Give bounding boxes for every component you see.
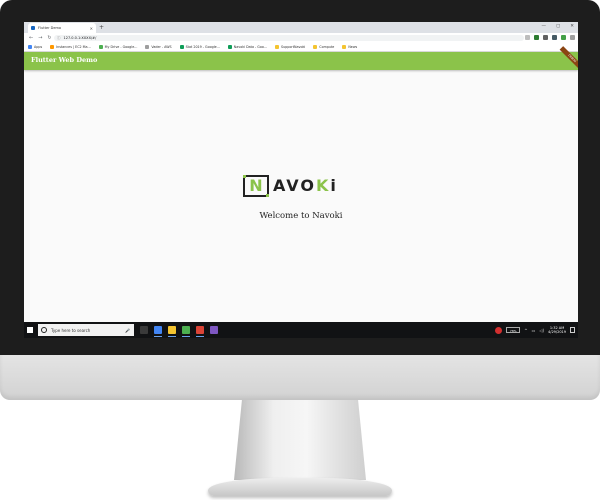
cortana-icon — [41, 327, 47, 333]
microphone-icon[interactable]: 🎤 — [125, 328, 130, 333]
record-icon[interactable] — [495, 326, 503, 334]
network-icon[interactable]: ▭ — [532, 328, 536, 333]
bookmark-icon — [145, 45, 150, 49]
new-tab-button[interactable]: + — [99, 23, 104, 32]
app-bar-title: Flutter Web Demo — [31, 56, 98, 64]
bookmark-label: Navoki Data - Goo... — [233, 45, 267, 49]
bookmark-item[interactable]: My Drive - Google... — [98, 45, 138, 49]
page-content: N AVOKi Welcome to Navoki — [24, 70, 578, 322]
clock-date: 4/29/2019 — [548, 330, 566, 334]
logo-wordmark: AVOKi — [273, 176, 338, 196]
bookmark-label: Stat 2019 - Google... — [185, 45, 220, 49]
logo-letter-n: N — [249, 176, 263, 195]
logo-letter-i: i — [330, 176, 338, 195]
logo-letters-avo: AVO — [273, 176, 316, 195]
bookmark-icon — [342, 45, 347, 49]
screen: Flutter Demo ✕ + — ▢ ✕ ← → ↻ ⓘ 127.0.0.1… — [24, 22, 578, 338]
bookmark-label: Apps — [34, 45, 43, 49]
app-purple-icon[interactable] — [210, 326, 218, 334]
extension-icons — [525, 35, 575, 40]
chrome-icon[interactable] — [154, 326, 162, 337]
app-green-icon[interactable] — [182, 326, 190, 337]
bookmark-label: My Drive - Google... — [104, 45, 138, 49]
browser-tab-strip: Flutter Demo ✕ + — ▢ ✕ — [24, 22, 578, 33]
bookmark-item[interactable]: Stat 2019 - Google... — [179, 45, 220, 49]
taskbar-search-box[interactable]: Type here to search 🎤 — [38, 324, 134, 336]
logo-corner-dot — [266, 194, 269, 197]
browser-toolbar: ← → ↻ ⓘ 127.0.0.1:XXXX/#/ — [24, 33, 578, 43]
bookmark-item[interactable]: Navoki Data - Goo... — [227, 45, 267, 49]
bookmark-item[interactable]: SupportNavoki — [274, 45, 306, 49]
app-bar: Flutter Web Demo DEBUG — [24, 46, 578, 71]
windows-taskbar: Type here to search 🎤 78% ^ ▭ ◁) 1:32 AM… — [24, 322, 578, 338]
battery-icon[interactable]: 78% — [506, 327, 521, 333]
task-view-icon[interactable] — [140, 326, 148, 334]
monitor-stand — [234, 400, 366, 480]
bookmark-label: News — [348, 45, 358, 49]
monitor-stand-base — [208, 478, 392, 496]
windows-logo-icon — [27, 327, 33, 333]
monitor-chin — [0, 355, 600, 400]
bookmark-item[interactable]: Vader - AWS — [145, 45, 172, 49]
bookmark-icon — [313, 45, 318, 49]
volume-icon[interactable]: ◁) — [539, 328, 544, 333]
reload-icon[interactable]: ↻ — [47, 33, 51, 43]
address-bar[interactable]: ⓘ 127.0.0.1:XXXX/#/ — [54, 35, 524, 41]
extension-dark-icon[interactable] — [552, 35, 557, 40]
tab-title: Flutter Demo — [38, 26, 62, 30]
browser-tab[interactable]: Flutter Demo ✕ — [28, 23, 96, 33]
bookmark-label: SupportNavoki — [280, 45, 306, 49]
clock[interactable]: 1:32 AM 4/29/2019 — [548, 326, 566, 335]
start-button[interactable] — [24, 322, 36, 338]
extension-green-icon[interactable] — [534, 35, 539, 40]
bookmark-label: Vader - AWS — [151, 45, 172, 49]
bookmark-icon — [50, 45, 55, 49]
bookmark-icon — [274, 45, 279, 49]
menu-icon[interactable] — [570, 35, 575, 40]
bookmark-item[interactable]: Apps — [28, 45, 42, 49]
back-icon[interactable]: ← — [29, 33, 33, 43]
close-icon[interactable]: ✕ — [90, 26, 93, 31]
maximize-button[interactable]: ▢ — [556, 23, 560, 31]
system-tray: 78% ^ ▭ ◁) 1:32 AM 4/29/2019 — [495, 322, 575, 338]
bookmark-item[interactable]: News — [342, 45, 357, 49]
logo-letter-k: K — [316, 176, 331, 195]
star-icon[interactable] — [525, 35, 530, 40]
notification-icon[interactable] — [570, 327, 575, 333]
bookmark-icon — [227, 45, 232, 49]
logo-n-mark: N — [243, 175, 269, 197]
info-icon[interactable]: ⓘ — [57, 36, 61, 41]
welcome-text: Welcome to Navoki — [259, 211, 343, 221]
taskbar-apps — [134, 326, 218, 337]
bookmark-label: Instances | EC2 Ma... — [56, 45, 91, 49]
bookmark-icon — [179, 45, 184, 49]
apps-grid-icon — [28, 45, 32, 49]
bookmark-item[interactable]: Compute — [313, 45, 334, 49]
extension-bracket-icon[interactable] — [561, 35, 566, 40]
close-window-button[interactable]: ✕ — [570, 23, 574, 31]
minimize-button[interactable]: — — [541, 23, 546, 31]
logo-corner-dot — [243, 175, 246, 178]
chevron-up-icon[interactable]: ^ — [524, 328, 527, 333]
url-text: 127.0.0.1:XXXX/#/ — [63, 36, 97, 40]
bookmark-label: Compute — [319, 45, 335, 49]
forward-icon[interactable]: → — [38, 33, 42, 43]
bookmark-icon — [98, 45, 103, 49]
window-controls: — ▢ ✕ — [541, 23, 574, 31]
file-explorer-icon[interactable] — [168, 326, 176, 337]
search-placeholder: Type here to search — [51, 327, 91, 333]
bookmark-item[interactable]: Instances | EC2 Ma... — [50, 45, 91, 49]
navoki-logo: N AVOKi — [243, 173, 360, 199]
flutter-favicon-icon — [31, 26, 35, 30]
app-chrome-2-icon[interactable] — [196, 326, 204, 337]
bookmarks-bar: Apps Instances | EC2 Ma... My Drive - Goog… — [24, 43, 578, 52]
extension-gray-icon[interactable] — [543, 35, 548, 40]
